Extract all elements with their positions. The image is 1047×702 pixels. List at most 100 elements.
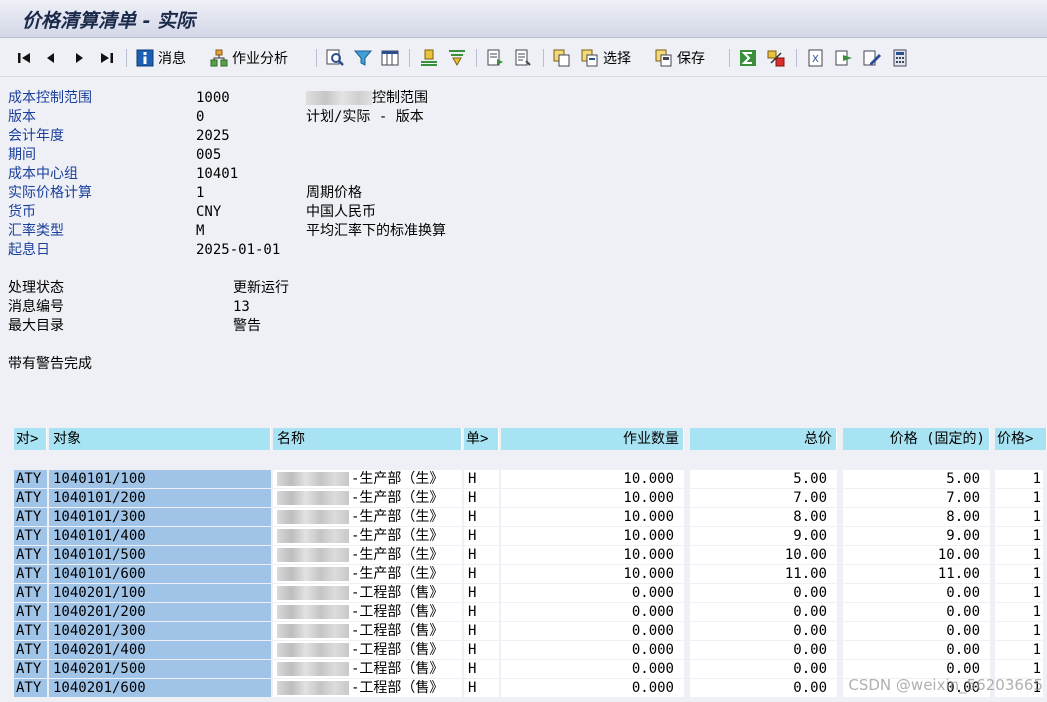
row-type-cell[interactable]: ATY bbox=[14, 508, 47, 526]
row-total-price-cell[interactable]: 11.00 bbox=[690, 565, 837, 583]
row-object-cell[interactable]: 1040201/300 bbox=[49, 622, 271, 640]
row-object-cell[interactable]: 1040101/600 bbox=[49, 565, 271, 583]
edit-button[interactable] bbox=[863, 47, 881, 69]
row-type-cell[interactable]: ATY bbox=[14, 527, 47, 545]
calculator-button[interactable] bbox=[891, 47, 909, 69]
row-price-unit-cell[interactable]: 1 bbox=[995, 584, 1043, 602]
row-total-price-cell[interactable]: 0.00 bbox=[690, 584, 837, 602]
messages-button[interactable]: 消息 bbox=[136, 47, 186, 69]
previous-page-button[interactable] bbox=[42, 47, 60, 69]
row-total-price-cell[interactable]: 8.00 bbox=[690, 508, 837, 526]
table-row[interactable]: ATY 1040101/200 -生产部（生》 H 10.000 7.00 7.00 1 bbox=[12, 489, 1047, 508]
row-type-cell[interactable]: ATY bbox=[14, 584, 47, 602]
row-price-unit-cell[interactable]: 1 bbox=[995, 546, 1043, 564]
row-total-price-cell[interactable]: 7.00 bbox=[690, 489, 837, 507]
row-unit-cell[interactable]: H bbox=[464, 660, 499, 678]
row-fixed-price-cell[interactable]: 10.00 bbox=[843, 546, 990, 564]
row-fixed-price-cell[interactable]: 0.00 bbox=[843, 622, 990, 640]
last-page-button[interactable] bbox=[97, 47, 115, 69]
row-unit-cell[interactable]: H bbox=[464, 679, 499, 697]
row-type-cell[interactable]: ATY bbox=[14, 489, 47, 507]
column-header-price-unit[interactable]: 价格> bbox=[995, 428, 1047, 450]
layout-button[interactable] bbox=[381, 47, 399, 69]
filter-button[interactable] bbox=[354, 47, 372, 69]
row-activity-qty-cell[interactable]: 0.000 bbox=[501, 660, 684, 678]
row-unit-cell[interactable]: H bbox=[464, 641, 499, 659]
row-activity-qty-cell[interactable]: 0.000 bbox=[501, 641, 684, 659]
row-object-cell[interactable]: 1040101/200 bbox=[49, 489, 271, 507]
row-total-price-cell[interactable]: 10.00 bbox=[690, 546, 837, 564]
row-total-price-cell[interactable]: 0.00 bbox=[690, 603, 837, 621]
row-activity-qty-cell[interactable]: 10.000 bbox=[501, 546, 684, 564]
row-activity-qty-cell[interactable]: 10.000 bbox=[501, 508, 684, 526]
local-file-button[interactable]: X bbox=[807, 47, 825, 69]
column-header-unit[interactable]: 单> bbox=[464, 428, 499, 450]
row-name-cell[interactable]: -工程部（售》 bbox=[273, 584, 462, 602]
copy-button[interactable] bbox=[553, 47, 571, 69]
row-price-unit-cell[interactable]: 1 bbox=[995, 527, 1043, 545]
row-unit-cell[interactable]: H bbox=[464, 622, 499, 640]
row-object-cell[interactable]: 1040101/100 bbox=[49, 470, 271, 488]
row-activity-qty-cell[interactable]: 10.000 bbox=[501, 565, 684, 583]
table-row[interactable]: ATY 1040101/100 -生产部（生》 H 10.000 5.00 5.00 1 bbox=[12, 470, 1047, 489]
export-button[interactable] bbox=[486, 47, 504, 69]
exception-button[interactable] bbox=[767, 47, 785, 69]
table-row[interactable]: ATY 1040201/400 -工程部（售》 H 0.000 0.00 0.00 1 bbox=[12, 641, 1047, 660]
row-unit-cell[interactable]: H bbox=[464, 489, 499, 507]
row-activity-qty-cell[interactable]: 10.000 bbox=[501, 527, 684, 545]
row-activity-qty-cell[interactable]: 0.000 bbox=[501, 584, 684, 602]
table-row[interactable]: ATY 1040101/600 -生产部（生》 H 10.000 11.00 11.00 1 bbox=[12, 565, 1047, 584]
row-name-cell[interactable]: -工程部（售》 bbox=[273, 603, 462, 621]
row-type-cell[interactable]: ATY bbox=[14, 679, 47, 697]
row-fixed-price-cell[interactable]: 0.00 bbox=[843, 641, 990, 659]
row-name-cell[interactable]: -生产部（生》 bbox=[273, 565, 462, 583]
column-header-total-price[interactable]: 总价 bbox=[690, 428, 837, 450]
table-row[interactable]: ATY 1040101/400 -生产部（生》 H 10.000 9.00 9.00 1 bbox=[12, 527, 1047, 546]
total-button[interactable] bbox=[420, 47, 438, 69]
column-header-type[interactable]: 对> bbox=[14, 428, 47, 450]
row-unit-cell[interactable]: H bbox=[464, 470, 499, 488]
row-unit-cell[interactable]: H bbox=[464, 584, 499, 602]
row-type-cell[interactable]: ATY bbox=[14, 470, 47, 488]
row-price-unit-cell[interactable]: 1 bbox=[995, 622, 1043, 640]
row-fixed-price-cell[interactable]: 7.00 bbox=[843, 489, 990, 507]
row-activity-qty-cell[interactable]: 0.000 bbox=[501, 679, 684, 697]
row-total-price-cell[interactable]: 9.00 bbox=[690, 527, 837, 545]
select-button[interactable]: 选择 bbox=[581, 47, 631, 69]
row-object-cell[interactable]: 1040201/500 bbox=[49, 660, 271, 678]
row-price-unit-cell[interactable]: 1 bbox=[995, 489, 1043, 507]
row-type-cell[interactable]: ATY bbox=[14, 603, 47, 621]
row-activity-qty-cell[interactable]: 10.000 bbox=[501, 489, 684, 507]
row-object-cell[interactable]: 1040201/100 bbox=[49, 584, 271, 602]
row-unit-cell[interactable]: H bbox=[464, 603, 499, 621]
row-name-cell[interactable]: -生产部（生》 bbox=[273, 489, 462, 507]
row-object-cell[interactable]: 1040201/600 bbox=[49, 679, 271, 697]
row-fixed-price-cell[interactable]: 5.00 bbox=[843, 470, 990, 488]
row-fixed-price-cell[interactable]: 0.00 bbox=[843, 584, 990, 602]
row-object-cell[interactable]: 1040101/300 bbox=[49, 508, 271, 526]
row-name-cell[interactable]: -工程部（售》 bbox=[273, 622, 462, 640]
row-price-unit-cell[interactable]: 1 bbox=[995, 470, 1043, 488]
subtotal-button[interactable] bbox=[448, 47, 466, 69]
row-type-cell[interactable]: ATY bbox=[14, 622, 47, 640]
row-type-cell[interactable]: ATY bbox=[14, 546, 47, 564]
row-unit-cell[interactable]: H bbox=[464, 565, 499, 583]
sum-button[interactable] bbox=[739, 47, 757, 69]
column-header-activity-qty[interactable]: 作业数量 bbox=[501, 428, 684, 450]
table-row[interactable]: ATY 1040201/200 -工程部（售》 H 0.000 0.00 0.00 1 bbox=[12, 603, 1047, 622]
row-name-cell[interactable]: -工程部（售》 bbox=[273, 641, 462, 659]
first-page-button[interactable] bbox=[16, 47, 34, 69]
row-name-cell[interactable]: -工程部（售》 bbox=[273, 660, 462, 678]
row-unit-cell[interactable]: H bbox=[464, 527, 499, 545]
table-row[interactable]: ATY 1040101/500 -生产部（生》 H 10.000 10.00 10.00 1 bbox=[12, 546, 1047, 565]
row-fixed-price-cell[interactable]: 8.00 bbox=[843, 508, 990, 526]
row-object-cell[interactable]: 1040201/400 bbox=[49, 641, 271, 659]
row-unit-cell[interactable]: H bbox=[464, 508, 499, 526]
row-type-cell[interactable]: ATY bbox=[14, 565, 47, 583]
row-name-cell[interactable]: -生产部（生》 bbox=[273, 527, 462, 545]
row-total-price-cell[interactable]: 5.00 bbox=[690, 470, 837, 488]
row-name-cell[interactable]: -生产部（生》 bbox=[273, 508, 462, 526]
row-name-cell[interactable]: -工程部（售》 bbox=[273, 679, 462, 697]
table-row[interactable]: ATY 1040101/300 -生产部（生》 H 10.000 8.00 8.00 1 bbox=[12, 508, 1047, 527]
row-fixed-price-cell[interactable]: 9.00 bbox=[843, 527, 990, 545]
